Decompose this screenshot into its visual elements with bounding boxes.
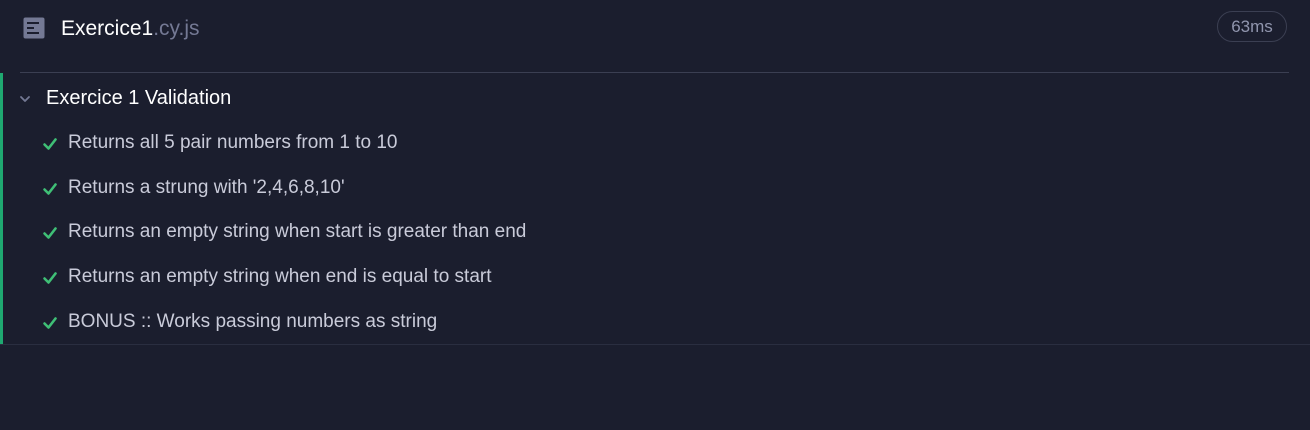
check-icon — [42, 136, 58, 152]
test-title: Returns an empty string when end is equa… — [68, 266, 492, 287]
test-row[interactable]: BONUS :: Works passing numbers as string — [40, 307, 1290, 337]
suite-divider — [0, 344, 1310, 345]
test-row[interactable]: Returns an empty string when start is gr… — [40, 217, 1290, 247]
document-icon — [22, 16, 46, 40]
test-row[interactable]: Returns a strung with '2,4,6,8,10' — [40, 173, 1290, 203]
chevron-down-icon[interactable] — [17, 91, 33, 107]
test-title: Returns a strung with '2,4,6,8,10' — [68, 177, 345, 198]
check-icon — [42, 315, 58, 331]
spec-file-extension: .cy.js — [153, 17, 200, 40]
test-title: BONUS :: Works passing numbers as string — [68, 311, 438, 332]
suite-title[interactable]: Exercice 1 Validation — [46, 86, 231, 110]
test-title: Returns all 5 pair numbers from 1 to 10 — [68, 132, 398, 153]
check-icon — [42, 270, 58, 286]
spec-header: Exercice1.cy.js 63ms — [0, 0, 1310, 56]
test-row[interactable]: Returns all 5 pair numbers from 1 to 10 — [40, 128, 1290, 158]
test-row[interactable]: Returns an empty string when end is equa… — [40, 262, 1290, 292]
spec-file-title[interactable]: Exercice1.cy.js — [61, 16, 199, 42]
test-title: Returns an empty string when start is gr… — [68, 221, 527, 242]
suite-status-bar — [0, 73, 3, 344]
check-icon — [42, 225, 58, 241]
spec-file-name: Exercice1 — [61, 17, 154, 40]
check-icon — [42, 181, 58, 197]
spec-runner-panel: Exercice1.cy.js 63ms Exercice 1 Validati… — [0, 0, 1310, 430]
suite-block: Exercice 1 Validation Returns all 5 pair… — [0, 73, 1310, 345]
duration-badge: 63ms — [1217, 11, 1287, 42]
